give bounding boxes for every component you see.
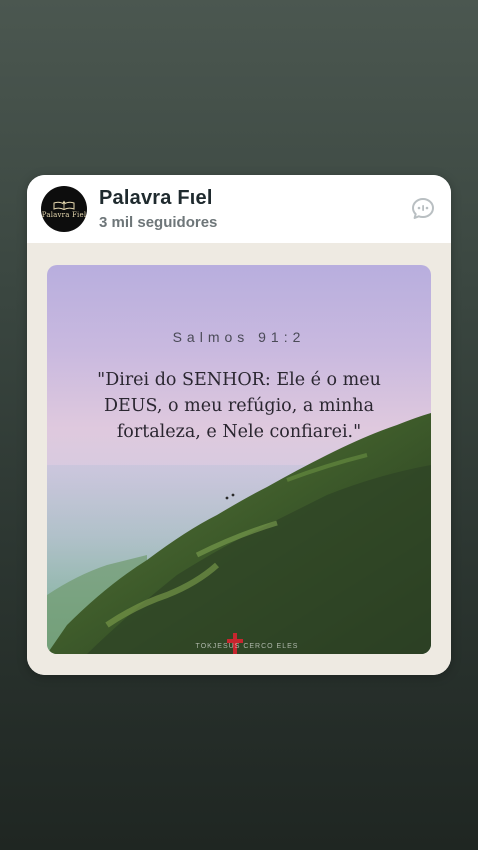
channel-post-card[interactable]: Palavra Fiel Palavra Fιel 3 mil seguidor… — [27, 175, 451, 675]
open-book-icon — [53, 200, 75, 210]
channel-name[interactable]: Palavra Fιel — [99, 187, 213, 210]
verse-text: "Direi do SENHOR: Ele é o meu DEUS, o me… — [97, 370, 381, 442]
post-image[interactable]: Salmos 91:2 "Direi do SENHOR: Ele é o me… — [47, 265, 431, 654]
verse-reference: Salmos 91:2 — [172, 329, 306, 345]
chat-bubble-icon[interactable] — [411, 197, 435, 221]
avatar-label: Palavra Fiel — [41, 210, 87, 219]
channel-avatar[interactable]: Palavra Fiel — [41, 186, 87, 232]
follower-count: 3 mil seguidores — [99, 214, 218, 231]
mountain-landscape — [47, 413, 431, 654]
post-body: Salmos 91:2 "Direi do SENHOR: Ele é o me… — [27, 243, 451, 675]
post-header: Palavra Fiel Palavra Fιel 3 mil seguidor… — [27, 175, 451, 243]
image-watermark: TOKJESUS CERCO ELES — [195, 643, 299, 650]
